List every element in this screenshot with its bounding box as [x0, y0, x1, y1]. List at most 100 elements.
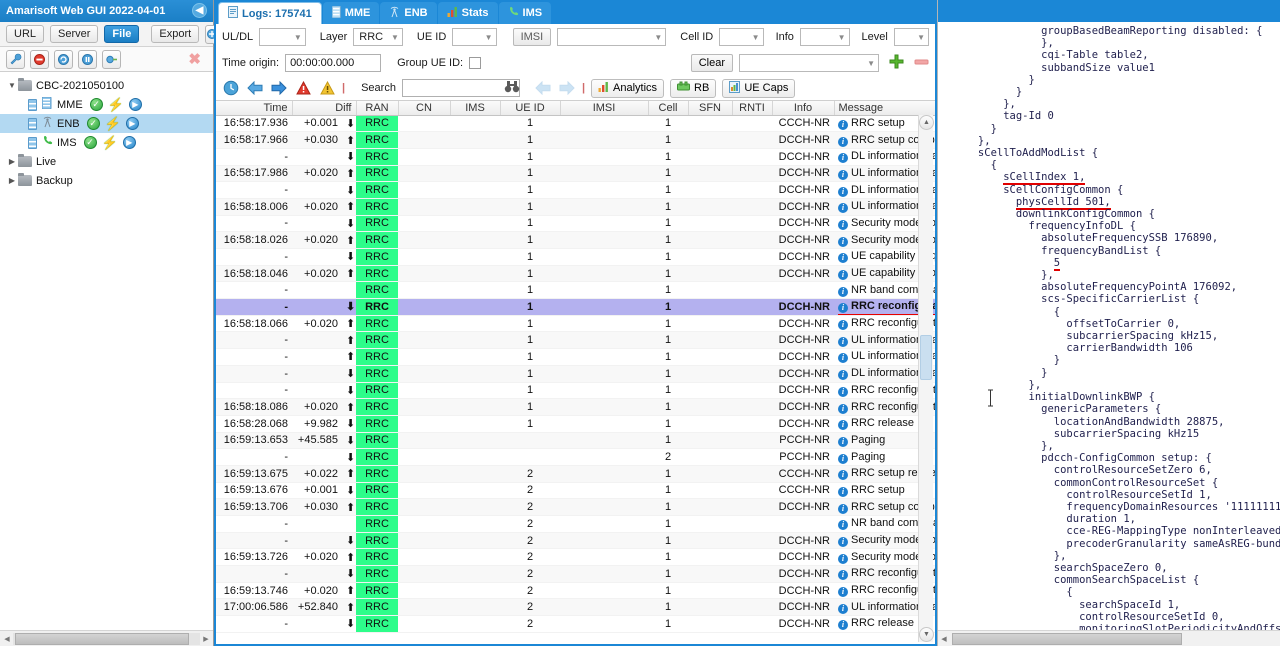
preset-select[interactable]: ▼ [739, 54, 879, 72]
table-row[interactable]: 16:59:13.706 +0.030 ⬆ RRC 2 1 DCCH-NR i RRC setu… [216, 498, 935, 516]
table-row[interactable]: - ⬇ RRC 2 1 DCCH-NR i RRC release [216, 615, 935, 633]
table-row[interactable]: -⬆RRC11DCCH-NRiUL information transfer [216, 331, 935, 350]
col-ueid[interactable]: UE ID [500, 101, 561, 116]
table-row[interactable]: 16:58:28.068 +9.982 ⬇ RRC 1 1 DCCH-NR i RRC rele… [216, 415, 935, 433]
col-rnti[interactable]: RNTI [732, 101, 773, 116]
table-row[interactable]: 16:58:17.986 +0.020 ⬆ RRC 1 1 DCCH-NR i UL infor… [216, 165, 935, 183]
col-sfn[interactable]: SFN [688, 101, 733, 116]
analytics-button[interactable]: Analytics [591, 78, 665, 98]
pause-icon[interactable] [78, 49, 97, 69]
table-row[interactable]: -RRC21iNR band combinations [216, 515, 935, 533]
refresh-icon[interactable] [54, 49, 73, 69]
table-row[interactable]: -⬇RRC21DCCH-NRiRRC reconfiguration [216, 565, 935, 583]
scroll-left-icon[interactable]: ◀ [1, 635, 13, 643]
tab-mme[interactable]: MME [322, 2, 380, 24]
close-icon[interactable]: ✖ [188, 50, 207, 68]
export-button[interactable]: Export [151, 25, 200, 43]
connect-icon[interactable] [102, 49, 121, 69]
table-row[interactable]: 16:58:18.086 +0.020 ⬆ RRC 1 1 DCCH-NR i RRC reco… [216, 398, 935, 416]
table-row[interactable]: 16:59:13.653 +45.585 ⬇ RRC 1 PCCH-NR i Paging [216, 432, 935, 450]
tree-node-enb[interactable]: ENB ✓ ⚡ ▶ [0, 114, 213, 133]
level-select[interactable]: ▼ [893, 28, 929, 46]
search-prev-icon[interactable] [534, 79, 552, 97]
table-row[interactable]: -⬇RRC11DCCH-NRiRRC reconfiguration [216, 298, 935, 316]
tree-node-ims[interactable]: IMS ✓ ⚡ ▶ [0, 133, 213, 152]
clear-button[interactable]: Clear [690, 54, 733, 72]
file-button[interactable]: File [104, 25, 140, 43]
power-icon[interactable]: ⚡ [102, 136, 118, 149]
imsi-button[interactable]: IMSI [512, 28, 552, 46]
col-ran[interactable]: RAN [356, 101, 399, 116]
collapse-sidebar-icon[interactable]: ◀ [192, 3, 207, 18]
detail-horizontal-scrollbar[interactable]: ◀ ▶ [938, 630, 1280, 646]
tab-stats[interactable]: Stats [437, 2, 498, 24]
scroll-left-icon[interactable]: ◀ [938, 635, 950, 643]
stop-icon[interactable] [30, 49, 49, 69]
tab-logs[interactable]: Logs: 175741 [218, 2, 322, 24]
tab-ims[interactable]: IMS [498, 2, 552, 24]
col-message[interactable]: Message [834, 101, 935, 116]
table-row[interactable]: 16:58:18.006 +0.020 ⬆ RRC 1 1 DCCH-NR i UL infor… [216, 198, 935, 216]
info-select[interactable]: ▼ [799, 28, 850, 46]
expand-toggle-icon[interactable]: ▶ [6, 176, 18, 185]
warning-icon[interactable] [318, 79, 336, 97]
arrow-right-icon[interactable] [270, 79, 288, 97]
col-cell[interactable]: Cell [648, 101, 689, 116]
expand-toggle-icon[interactable]: ▶ [6, 157, 18, 166]
play-icon[interactable]: ▶ [128, 98, 142, 111]
table-row[interactable]: -⬇RRC11DCCH-NRiDL information transfer [216, 148, 935, 166]
table-row[interactable]: 16:58:18.026 +0.020 ⬆ RRC 1 1 DCCH-NR i Security… [216, 231, 935, 249]
table-row[interactable]: - ⬇ RRC 2 PCCH-NR i Paging [216, 448, 935, 466]
col-ims[interactable]: IMS [450, 101, 501, 116]
layer-select[interactable]: RRC ▼ [353, 28, 403, 46]
table-row[interactable]: 16:59:13.746 +0.020 ⬆ RRC 2 1 DCCH-NR i RRC reco… [216, 582, 935, 600]
uldl-select[interactable]: ▼ [259, 28, 306, 46]
detail-content[interactable]: groupBasedBeamReporting disabled: { }, c… [938, 22, 1280, 630]
col-time[interactable]: Time [216, 101, 293, 116]
remove-filter-icon[interactable] [914, 57, 929, 69]
col-info[interactable]: Info [772, 101, 835, 116]
power-icon[interactable]: ⚡ [108, 98, 124, 111]
error-icon[interactable] [294, 79, 312, 97]
table-row[interactable]: 17:00:06.586 +52.840 ⬆ RRC 2 1 DCCH-NR i UL info… [216, 598, 935, 617]
time-origin-input[interactable]: 00:00:00.000 [285, 54, 382, 72]
table-row[interactable]: 16:59:13.726 +0.020 ⬆ RRC 2 1 DCCH-NR i Security… [216, 548, 935, 567]
table-row[interactable]: 16:59:13.676 +0.001 ⬇ RRC 2 1 CCCH-NR i RRC setu… [216, 482, 935, 500]
table-row[interactable]: 16:58:17.966 +0.030 ⬆ RRC 1 1 DCCH-NR i RRC setu… [216, 131, 935, 149]
log-vertical-scrollbar[interactable]: ▲ ▼ [918, 115, 934, 642]
col-cn[interactable]: CN [398, 101, 451, 116]
scroll-thumb[interactable] [952, 632, 1182, 645]
table-row[interactable]: -⬇RRC11DCCH-NRiRRC reconfiguration [216, 382, 935, 400]
tab-enb[interactable]: ENB [380, 2, 437, 24]
rb-button[interactable]: RB [670, 78, 717, 98]
play-icon[interactable]: ▶ [122, 136, 136, 149]
tree-node-live[interactable]: ▶ Live [0, 152, 213, 171]
tree-node-backup[interactable]: ▶ Backup [0, 171, 213, 190]
table-row[interactable]: -⬇RRC11DCCH-NRiUE capability enquiry [216, 248, 935, 266]
url-button[interactable]: URL [6, 25, 45, 43]
server-button[interactable]: Server [50, 25, 99, 43]
scroll-down-icon[interactable]: ▼ [919, 627, 934, 642]
expand-toggle-icon[interactable]: ▼ [6, 81, 18, 90]
col-imsi[interactable]: IMSI [560, 101, 649, 116]
table-row[interactable]: -⬆RRC11DCCH-NRiUL information transfer [216, 348, 935, 366]
search-next-icon[interactable] [558, 79, 576, 97]
table-row[interactable]: -RRC11iNR band combinations [216, 281, 935, 300]
scroll-right-icon[interactable]: ▶ [200, 635, 212, 643]
table-row[interactable]: 16:59:13.675 +0.022 ⬆ RRC 2 1 CCCH-NR i RRC setu… [216, 465, 935, 483]
scroll-track[interactable] [13, 632, 200, 645]
arrow-left-icon[interactable] [246, 79, 264, 97]
add-filter-icon[interactable] [889, 54, 904, 72]
binoculars-icon[interactable] [504, 80, 520, 97]
table-row[interactable]: 16:58:17.936 +0.001 ⬇ RRC 1 1 CCCH-NR i RRC setu… [216, 115, 935, 133]
cellid-select[interactable]: ▼ [719, 28, 764, 46]
ueid-select[interactable]: ▼ [452, 28, 497, 46]
play-icon[interactable]: ▶ [125, 117, 139, 130]
tree-node-mme[interactable]: MME ✓ ⚡ ▶ [0, 95, 213, 114]
scroll-thumb[interactable] [920, 335, 932, 380]
search-input[interactable] [401, 79, 520, 97]
uecaps-button[interactable]: UE Caps [722, 78, 796, 98]
tree-node-cbc[interactable]: ▼ CBC-2021050100 [0, 76, 213, 95]
table-row[interactable]: -⬇RRC21DCCH-NRiSecurity mode command [216, 532, 935, 550]
wrench-icon[interactable] [6, 49, 25, 69]
